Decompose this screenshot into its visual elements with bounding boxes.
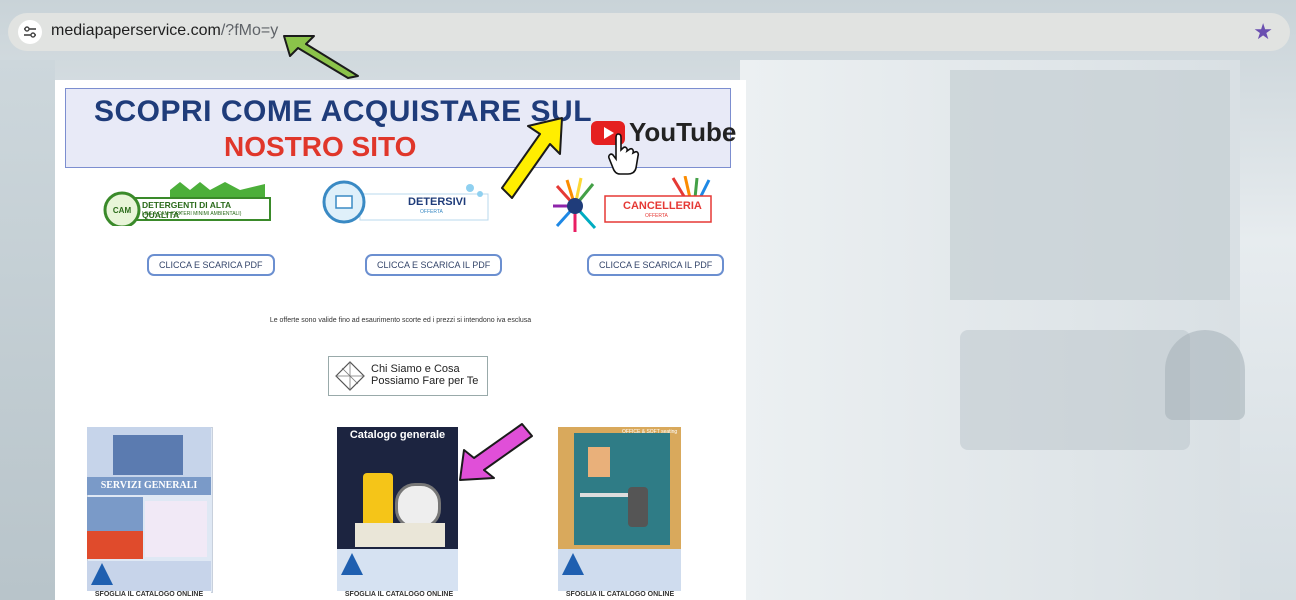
catalog2-caption[interactable]: SFOGLIA IL CATALOGO ONLINE <box>337 591 461 600</box>
download-pdf-button-1[interactable]: CLICCA E SCARICA PDF <box>147 254 275 276</box>
catalog3-caption[interactable]: SFOGLIA IL CATALOGO ONLINE <box>558 591 682 600</box>
chi-siamo-label: Chi Siamo e Cosa Possiamo Fare per Te <box>371 363 479 387</box>
chi-siamo-button[interactable]: Chi Siamo e Cosa Possiamo Fare per Te <box>328 356 488 396</box>
site-settings-icon[interactable] <box>18 20 42 44</box>
url-host: mediapaperservice.com <box>51 22 221 39</box>
catalog-office-seating[interactable]: OFFICE & SOFT seating SFOGLIA IL CATALOG… <box>558 427 682 600</box>
svg-text:CAM: CAM <box>113 206 132 215</box>
detergenti-logo[interactable]: CAM DETERGENTI DI ALTA QUALITA' LINEA CA… <box>100 180 272 229</box>
detersivi-logo[interactable]: DETERSIVI OFFERTA <box>320 180 492 226</box>
youtube-label: YouTube <box>629 117 737 147</box>
logo3-title: CANCELLERIA <box>623 200 702 212</box>
catalog-generale[interactable]: Catalogo generale SFOGLIA IL CATALOGO ON… <box>337 427 461 600</box>
hand-cursor-icon <box>608 133 640 175</box>
download-pdf-button-2[interactable]: CLICCA E SCARICA IL PDF <box>365 254 503 276</box>
magenta-arrow-icon <box>459 423 533 481</box>
catalog3-title: OFFICE & SOFT seating <box>622 429 678 435</box>
catalog1-caption[interactable]: SFOGLIA IL CATALOGO ONLINE <box>87 591 211 600</box>
url-path: /?fMo=y <box>220 22 279 39</box>
address-bar[interactable]: mediapaperservice.com/?fMo=y ★ <box>8 13 1290 51</box>
catalog1-title: SERVIZI GENERALI <box>100 480 198 491</box>
yellow-arrow-icon <box>501 117 563 199</box>
origami-icon <box>335 361 365 391</box>
logo1-subtitle: LINEA CAM (CRITERI MINIMI AMBIENTALI) <box>142 211 242 217</box>
webpage-content: SCOPRI COME ACQUISTARE SUL NOSTRO SITO Y… <box>55 80 746 600</box>
url-text[interactable]: mediapaperservice.com/?fMo=y <box>51 22 278 40</box>
logo1-title: DETERGENTI DI ALTA QUALITA' <box>142 200 231 220</box>
banner-line2: NOSTRO SITO <box>224 131 417 162</box>
download-pdf-button-3[interactable]: CLICCA E SCARICA IL PDF <box>587 254 725 276</box>
offers-disclaimer: Le offerte sono valide fino ad esaurimen… <box>269 317 532 324</box>
bookmark-star-icon[interactable]: ★ <box>1253 19 1273 45</box>
catalog-servizi-generali[interactable]: SERVIZI GENERALI SFOGLIA IL CATALOGO ONL… <box>87 427 213 600</box>
catalog2-title: Catalogo generale <box>349 429 446 441</box>
logo2-title: DETERSIVI <box>408 196 467 208</box>
green-arrow-icon <box>283 35 359 79</box>
logo3-subtitle: OFFERTA <box>645 213 668 219</box>
logo2-subtitle: OFFERTA <box>420 209 443 215</box>
